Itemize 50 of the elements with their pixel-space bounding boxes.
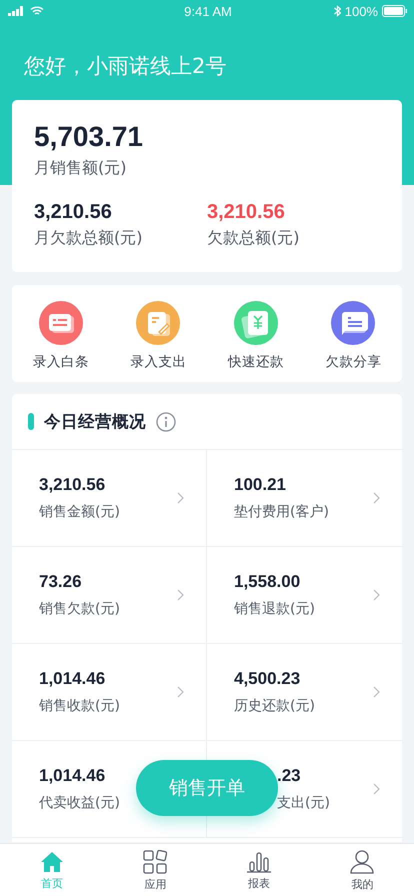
stat-label: 支出(元) bbox=[277, 794, 331, 812]
chevron-icon[interactable] bbox=[373, 589, 380, 601]
grid-icon bbox=[143, 850, 168, 874]
chevron-icon[interactable] bbox=[177, 589, 184, 601]
stat-value: 1,558.00 bbox=[234, 572, 302, 592]
wifi-icon bbox=[30, 6, 44, 16]
greeting-title: 您好，小雨诺线上2号 bbox=[24, 53, 228, 80]
quick-action-button[interactable]: 录入支出 bbox=[110, 296, 207, 370]
stat-label: 垫付费用(客户) bbox=[234, 503, 330, 521]
amount-label: 月欠款总额(元) bbox=[34, 228, 144, 249]
stat-value: .23 bbox=[277, 766, 302, 786]
chevron-icon[interactable] bbox=[373, 492, 380, 504]
chevron-icon[interactable] bbox=[373, 686, 380, 698]
amount-value: 3,210.56 bbox=[207, 201, 286, 224]
stat-value: 1,014.46 bbox=[39, 669, 106, 689]
stat-label: 销售退款(元) bbox=[234, 600, 316, 618]
stat-label: 历史还款(元) bbox=[234, 697, 316, 715]
stat-value: 3,210.56 bbox=[39, 475, 106, 495]
tab-item[interactable]: 我的 bbox=[310, 844, 414, 896]
info-icon[interactable] bbox=[156, 412, 176, 432]
stat-value: 73.26 bbox=[39, 572, 83, 592]
section-title: 今日经营概况 bbox=[44, 410, 146, 432]
amount-label: 月销售额(元) bbox=[34, 158, 128, 179]
quick-action-button[interactable]: 欠款分享 bbox=[304, 296, 402, 370]
tab-item[interactable]: 报表 bbox=[207, 844, 310, 896]
home-icon bbox=[40, 850, 64, 872]
amount-value: 3,210.56 bbox=[34, 201, 113, 224]
quick-action-button[interactable]: 录入白条 bbox=[12, 296, 110, 370]
chevron-icon[interactable] bbox=[177, 686, 184, 698]
chevron-icon[interactable] bbox=[373, 783, 380, 795]
battery-icon bbox=[382, 5, 408, 17]
stat-label: 销售金额(元) bbox=[39, 503, 121, 521]
quick-action-button[interactable]: 快速还款 bbox=[207, 296, 304, 370]
stat-value: 4,500.23 bbox=[234, 669, 302, 689]
bluetooth-icon bbox=[334, 5, 341, 17]
bar-chart-icon bbox=[246, 850, 271, 872]
stat-value: 1,014.46 bbox=[39, 766, 106, 786]
clock-time: 9:41 AM bbox=[184, 4, 232, 18]
stat-label: 销售收款(元) bbox=[39, 697, 121, 715]
stat-label: 代卖收益(元) bbox=[39, 794, 121, 812]
chevron-icon[interactable] bbox=[177, 492, 184, 504]
signal-icon bbox=[8, 6, 26, 16]
amount-value: 5,703.71 bbox=[34, 120, 144, 154]
amount-label: 欠款总额(元) bbox=[207, 228, 300, 249]
tab-item[interactable]: 应用 bbox=[104, 844, 207, 896]
accent-bar bbox=[28, 413, 34, 430]
user-icon bbox=[350, 850, 374, 874]
stat-label: 销售欠款(元) bbox=[39, 600, 121, 618]
stat-value: 100.21 bbox=[234, 475, 287, 495]
battery-percentage: 100% bbox=[344, 4, 378, 18]
